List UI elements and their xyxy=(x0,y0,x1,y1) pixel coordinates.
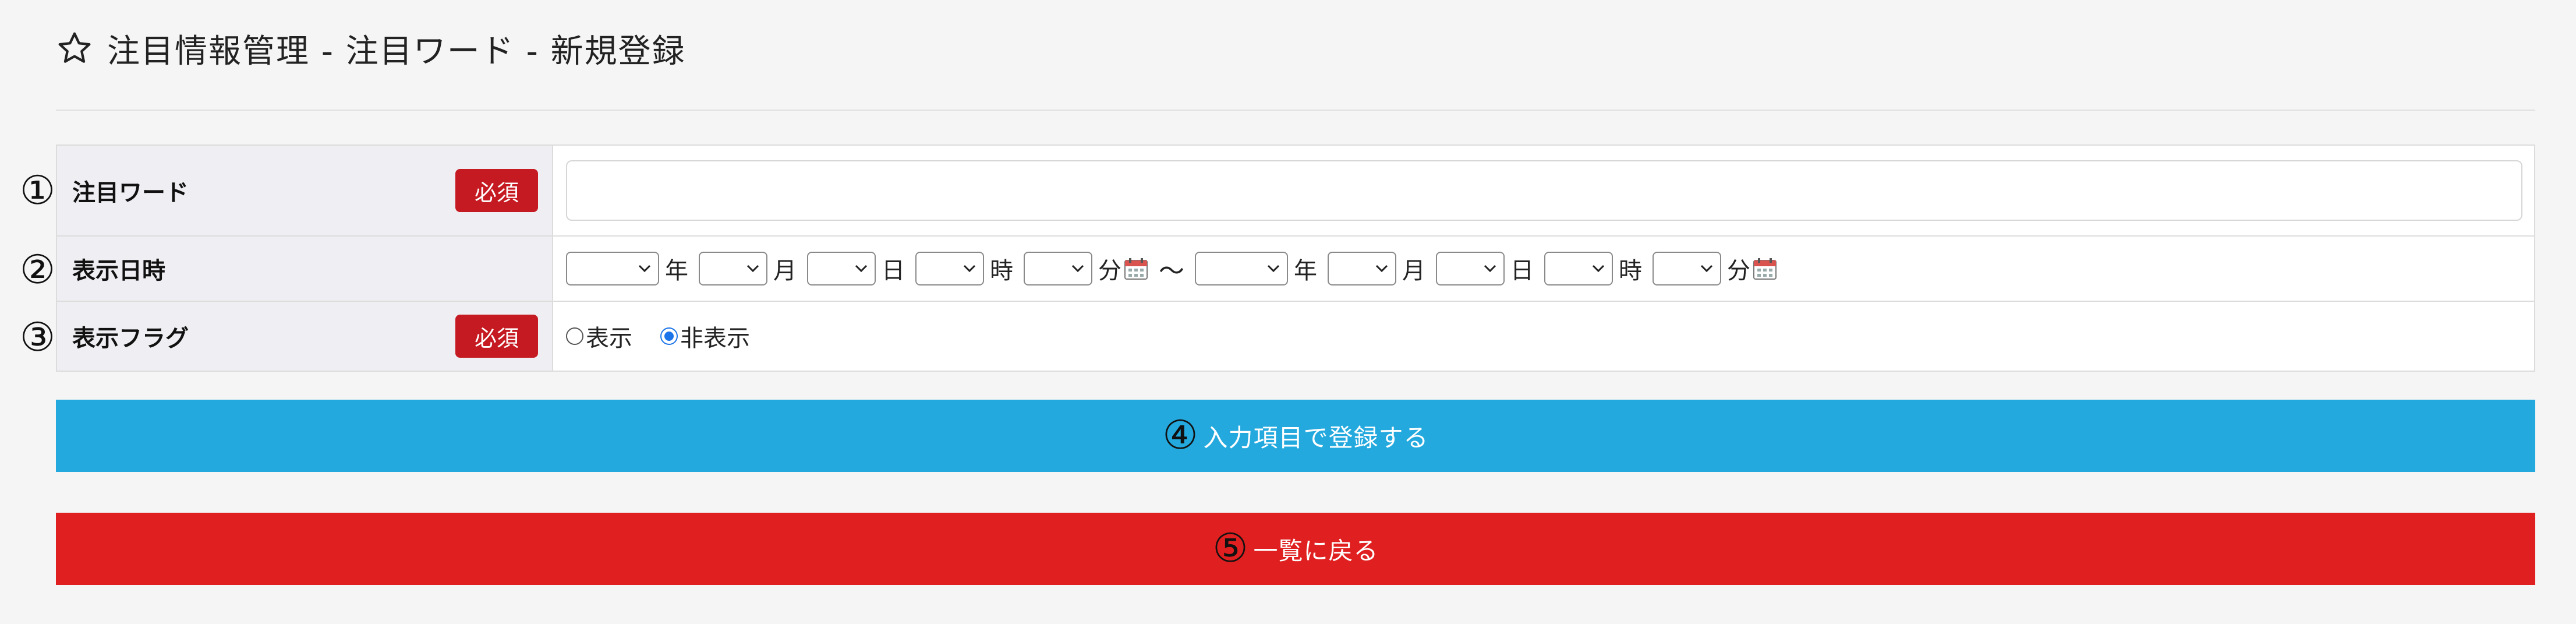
back-to-list-button[interactable]: ⑤ 一覧に戻る xyxy=(56,513,2535,585)
end-minute-select[interactable] xyxy=(1653,252,1721,285)
year-unit: 年 xyxy=(665,258,688,284)
chevron-down-icon xyxy=(1267,265,1280,273)
end-year-select[interactable] xyxy=(1195,252,1288,285)
register-button[interactable]: ④ 入力項目で登録する xyxy=(56,400,2535,472)
chevron-down-icon xyxy=(1071,265,1084,273)
end-day-select[interactable] xyxy=(1436,252,1505,285)
keyword-label: 注目ワード xyxy=(72,179,189,206)
month-unit: 月 xyxy=(1402,258,1425,284)
register-button-label: 入力項目で登録する xyxy=(1203,423,1429,452)
chevron-down-icon xyxy=(746,265,759,273)
end-month-select[interactable] xyxy=(1328,252,1396,285)
display-flag-radio-group: 表示 非表示 xyxy=(566,319,778,353)
form-row-display-flag: 表示フラグ 必須 表示 非表示 xyxy=(57,301,2534,371)
calendar-icon[interactable] xyxy=(1124,257,1148,280)
required-badge: 必須 xyxy=(455,169,538,212)
display-datetime-label: 表示日時 xyxy=(72,258,165,284)
start-day-select[interactable] xyxy=(807,252,876,285)
radio-show-label[interactable]: 表示 xyxy=(586,319,632,353)
start-month-select[interactable] xyxy=(699,252,767,285)
form-row-keyword: 注目ワード 必須 xyxy=(57,146,2534,235)
radio-hide-label[interactable]: 非表示 xyxy=(680,319,750,353)
form-row-display-datetime: 表示日時 年 月 日 時 分 ～ 年 月 日 時 分 xyxy=(57,235,2534,301)
minute-unit: 分 xyxy=(1098,258,1121,284)
start-minute-select[interactable] xyxy=(1024,252,1092,285)
calendar-icon[interactable] xyxy=(1753,257,1777,280)
range-separator: ～ xyxy=(1159,256,1184,286)
annotation-1: ① xyxy=(20,168,55,214)
header-divider xyxy=(56,110,2535,111)
page-header: 注目情報管理 - 注目ワード - 新規登録 xyxy=(56,22,686,75)
page-left-margin xyxy=(0,0,14,624)
annotation-2: ② xyxy=(20,247,55,293)
end-hour-select[interactable] xyxy=(1544,252,1613,285)
chevron-down-icon xyxy=(1700,265,1713,273)
annotation-3: ③ xyxy=(20,315,55,361)
minute-unit: 分 xyxy=(1727,258,1750,284)
page-title: 注目情報管理 - 注目ワード - 新規登録 xyxy=(107,32,686,70)
required-badge: 必須 xyxy=(455,315,538,358)
annotation-5: ⑤ xyxy=(1212,526,1249,572)
chevron-down-icon xyxy=(963,265,976,273)
chevron-down-icon xyxy=(1375,265,1388,273)
datetime-range: 年 月 日 時 分 ～ 年 月 日 時 分 xyxy=(566,250,1788,287)
chevron-down-icon xyxy=(855,265,868,273)
registration-form: 注目ワード 必須 表示日時 年 月 日 時 分 ～ 年 月 日 時 分 表示フラ… xyxy=(56,144,2535,372)
chevron-down-icon xyxy=(1592,265,1605,273)
chevron-down-icon xyxy=(1484,265,1496,273)
display-flag-label: 表示フラグ xyxy=(72,325,189,352)
radio-show[interactable] xyxy=(566,327,583,345)
start-hour-select[interactable] xyxy=(915,252,984,285)
keyword-input[interactable] xyxy=(566,160,2522,221)
day-unit: 日 xyxy=(882,258,905,284)
hour-unit: 時 xyxy=(990,258,1013,284)
value-cell: 表示 非表示 xyxy=(553,302,2534,371)
annotation-4: ④ xyxy=(1162,413,1199,459)
label-cell: 表示フラグ 必須 xyxy=(57,302,553,371)
label-cell: 注目ワード 必須 xyxy=(57,146,553,235)
radio-hide[interactable] xyxy=(660,327,678,345)
start-year-select[interactable] xyxy=(566,252,659,285)
month-unit: 月 xyxy=(773,258,797,284)
hour-unit: 時 xyxy=(1619,258,1642,284)
label-cell: 表示日時 xyxy=(57,237,553,301)
chevron-down-icon xyxy=(638,265,651,273)
value-cell: 年 月 日 時 分 ～ 年 月 日 時 分 xyxy=(553,237,2534,301)
day-unit: 日 xyxy=(1510,258,1534,284)
value-cell xyxy=(553,146,2534,235)
year-unit: 年 xyxy=(1294,258,1317,284)
star-outline-icon xyxy=(58,32,91,63)
back-button-label: 一覧に戻る xyxy=(1253,536,1379,565)
